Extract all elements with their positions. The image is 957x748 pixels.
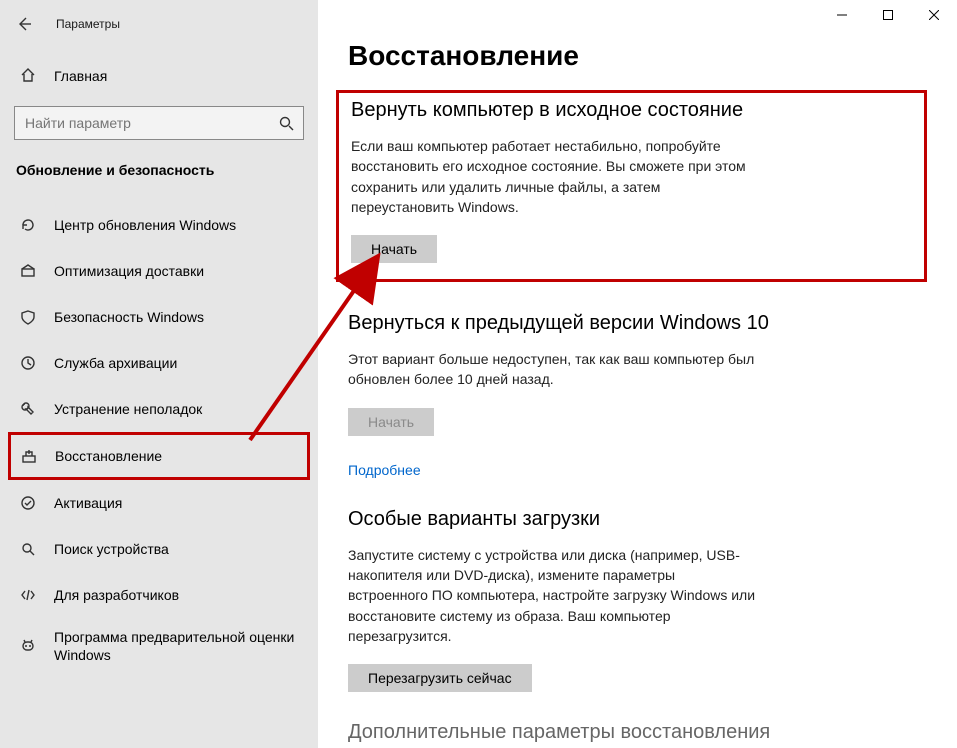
close-icon (929, 10, 939, 20)
reset-heading: Вернуть компьютер в исходное состояние (351, 99, 912, 122)
sidebar-item-label: Поиск устройства (54, 540, 169, 558)
advanced-section: Особые варианты загрузки Запустите систе… (348, 508, 927, 692)
maximize-icon (883, 10, 893, 20)
find-device-icon (18, 541, 38, 557)
advanced-body: Запустите систему с устройства или диска… (348, 545, 758, 646)
recovery-icon (19, 448, 39, 464)
troubleshoot-icon (18, 401, 38, 417)
search-input[interactable] (25, 115, 277, 131)
learn-more-link[interactable]: Подробнее (348, 462, 421, 478)
sidebar-item-label: Активация (54, 494, 122, 512)
close-button[interactable] (911, 0, 957, 30)
window-title: Параметры (56, 17, 120, 31)
goback-body: Этот вариант больше недоступен, так как … (348, 349, 758, 390)
sidebar-item-developer[interactable]: Для разработчиков (0, 572, 318, 618)
insider-icon (18, 638, 38, 654)
goback-start-button: Начать (348, 408, 434, 436)
sidebar-item-label: Программа предварительной оценки Windows (54, 628, 318, 664)
home-icon (18, 67, 38, 86)
page-title: Восстановление (348, 40, 927, 72)
sidebar-item-label: Восстановление (55, 447, 162, 465)
sidebar-item-insider[interactable]: Программа предварительной оценки Windows (0, 618, 318, 674)
sidebar-item-label: Оптимизация доставки (54, 262, 204, 280)
window-caption-buttons (819, 0, 957, 30)
minimize-button[interactable] (819, 0, 865, 30)
sidebar-item-update[interactable]: Центр обновления Windows (0, 202, 318, 248)
search-icon (277, 114, 295, 132)
shield-icon (18, 309, 38, 325)
sidebar-item-security[interactable]: Безопасность Windows (0, 294, 318, 340)
minimize-icon (837, 10, 847, 20)
nav-list: Центр обновления Windows Оптимизация дос… (0, 202, 318, 674)
maximize-button[interactable] (865, 0, 911, 30)
advanced-heading: Особые варианты загрузки (348, 508, 927, 531)
search-box[interactable] (14, 106, 304, 140)
reset-section: Вернуть компьютер в исходное состояние Е… (336, 90, 927, 282)
restart-now-button[interactable]: Перезагрузить сейчас (348, 664, 532, 692)
search-container (14, 106, 304, 140)
developer-icon (18, 587, 38, 603)
sidebar-item-delivery[interactable]: Оптимизация доставки (0, 248, 318, 294)
back-button[interactable] (12, 12, 36, 36)
sidebar-item-label: Служба архивации (54, 354, 177, 372)
goback-heading: Вернуться к предыдущей версии Windows 10 (348, 312, 927, 335)
goback-section: Вернуться к предыдущей версии Windows 10… (348, 312, 927, 478)
truncated-section-heading: Дополнительные параметры восстановления (348, 721, 770, 744)
reset-body: Если ваш компьютер работает нестабильно,… (351, 136, 761, 217)
sidebar-item-activation[interactable]: Активация (0, 480, 318, 526)
sidebar-item-backup[interactable]: Служба архивации (0, 340, 318, 386)
sidebar-item-label: Безопасность Windows (54, 308, 204, 326)
back-arrow-icon (16, 16, 32, 32)
sidebar-item-label: Центр обновления Windows (54, 216, 236, 234)
delivery-icon (18, 263, 38, 279)
category-title: Обновление и безопасность (0, 140, 318, 188)
sidebar-item-troubleshoot[interactable]: Устранение неполадок (0, 386, 318, 432)
backup-icon (18, 355, 38, 371)
update-icon (18, 217, 38, 233)
sidebar-item-recovery[interactable]: Восстановление (8, 432, 310, 480)
titlebar: Параметры (0, 8, 318, 40)
activation-icon (18, 495, 38, 511)
sidebar-item-label: Устранение неполадок (54, 400, 202, 418)
sidebar: Параметры Главная Обновление и безопасно… (0, 0, 318, 748)
sidebar-item-label: Для разработчиков (54, 586, 179, 604)
sidebar-item-find-device[interactable]: Поиск устройства (0, 526, 318, 572)
home-label: Главная (54, 68, 107, 84)
home-item[interactable]: Главная (0, 56, 318, 96)
main-content: Восстановление Вернуть компьютер в исход… (318, 0, 957, 748)
reset-start-button[interactable]: Начать (351, 235, 437, 263)
